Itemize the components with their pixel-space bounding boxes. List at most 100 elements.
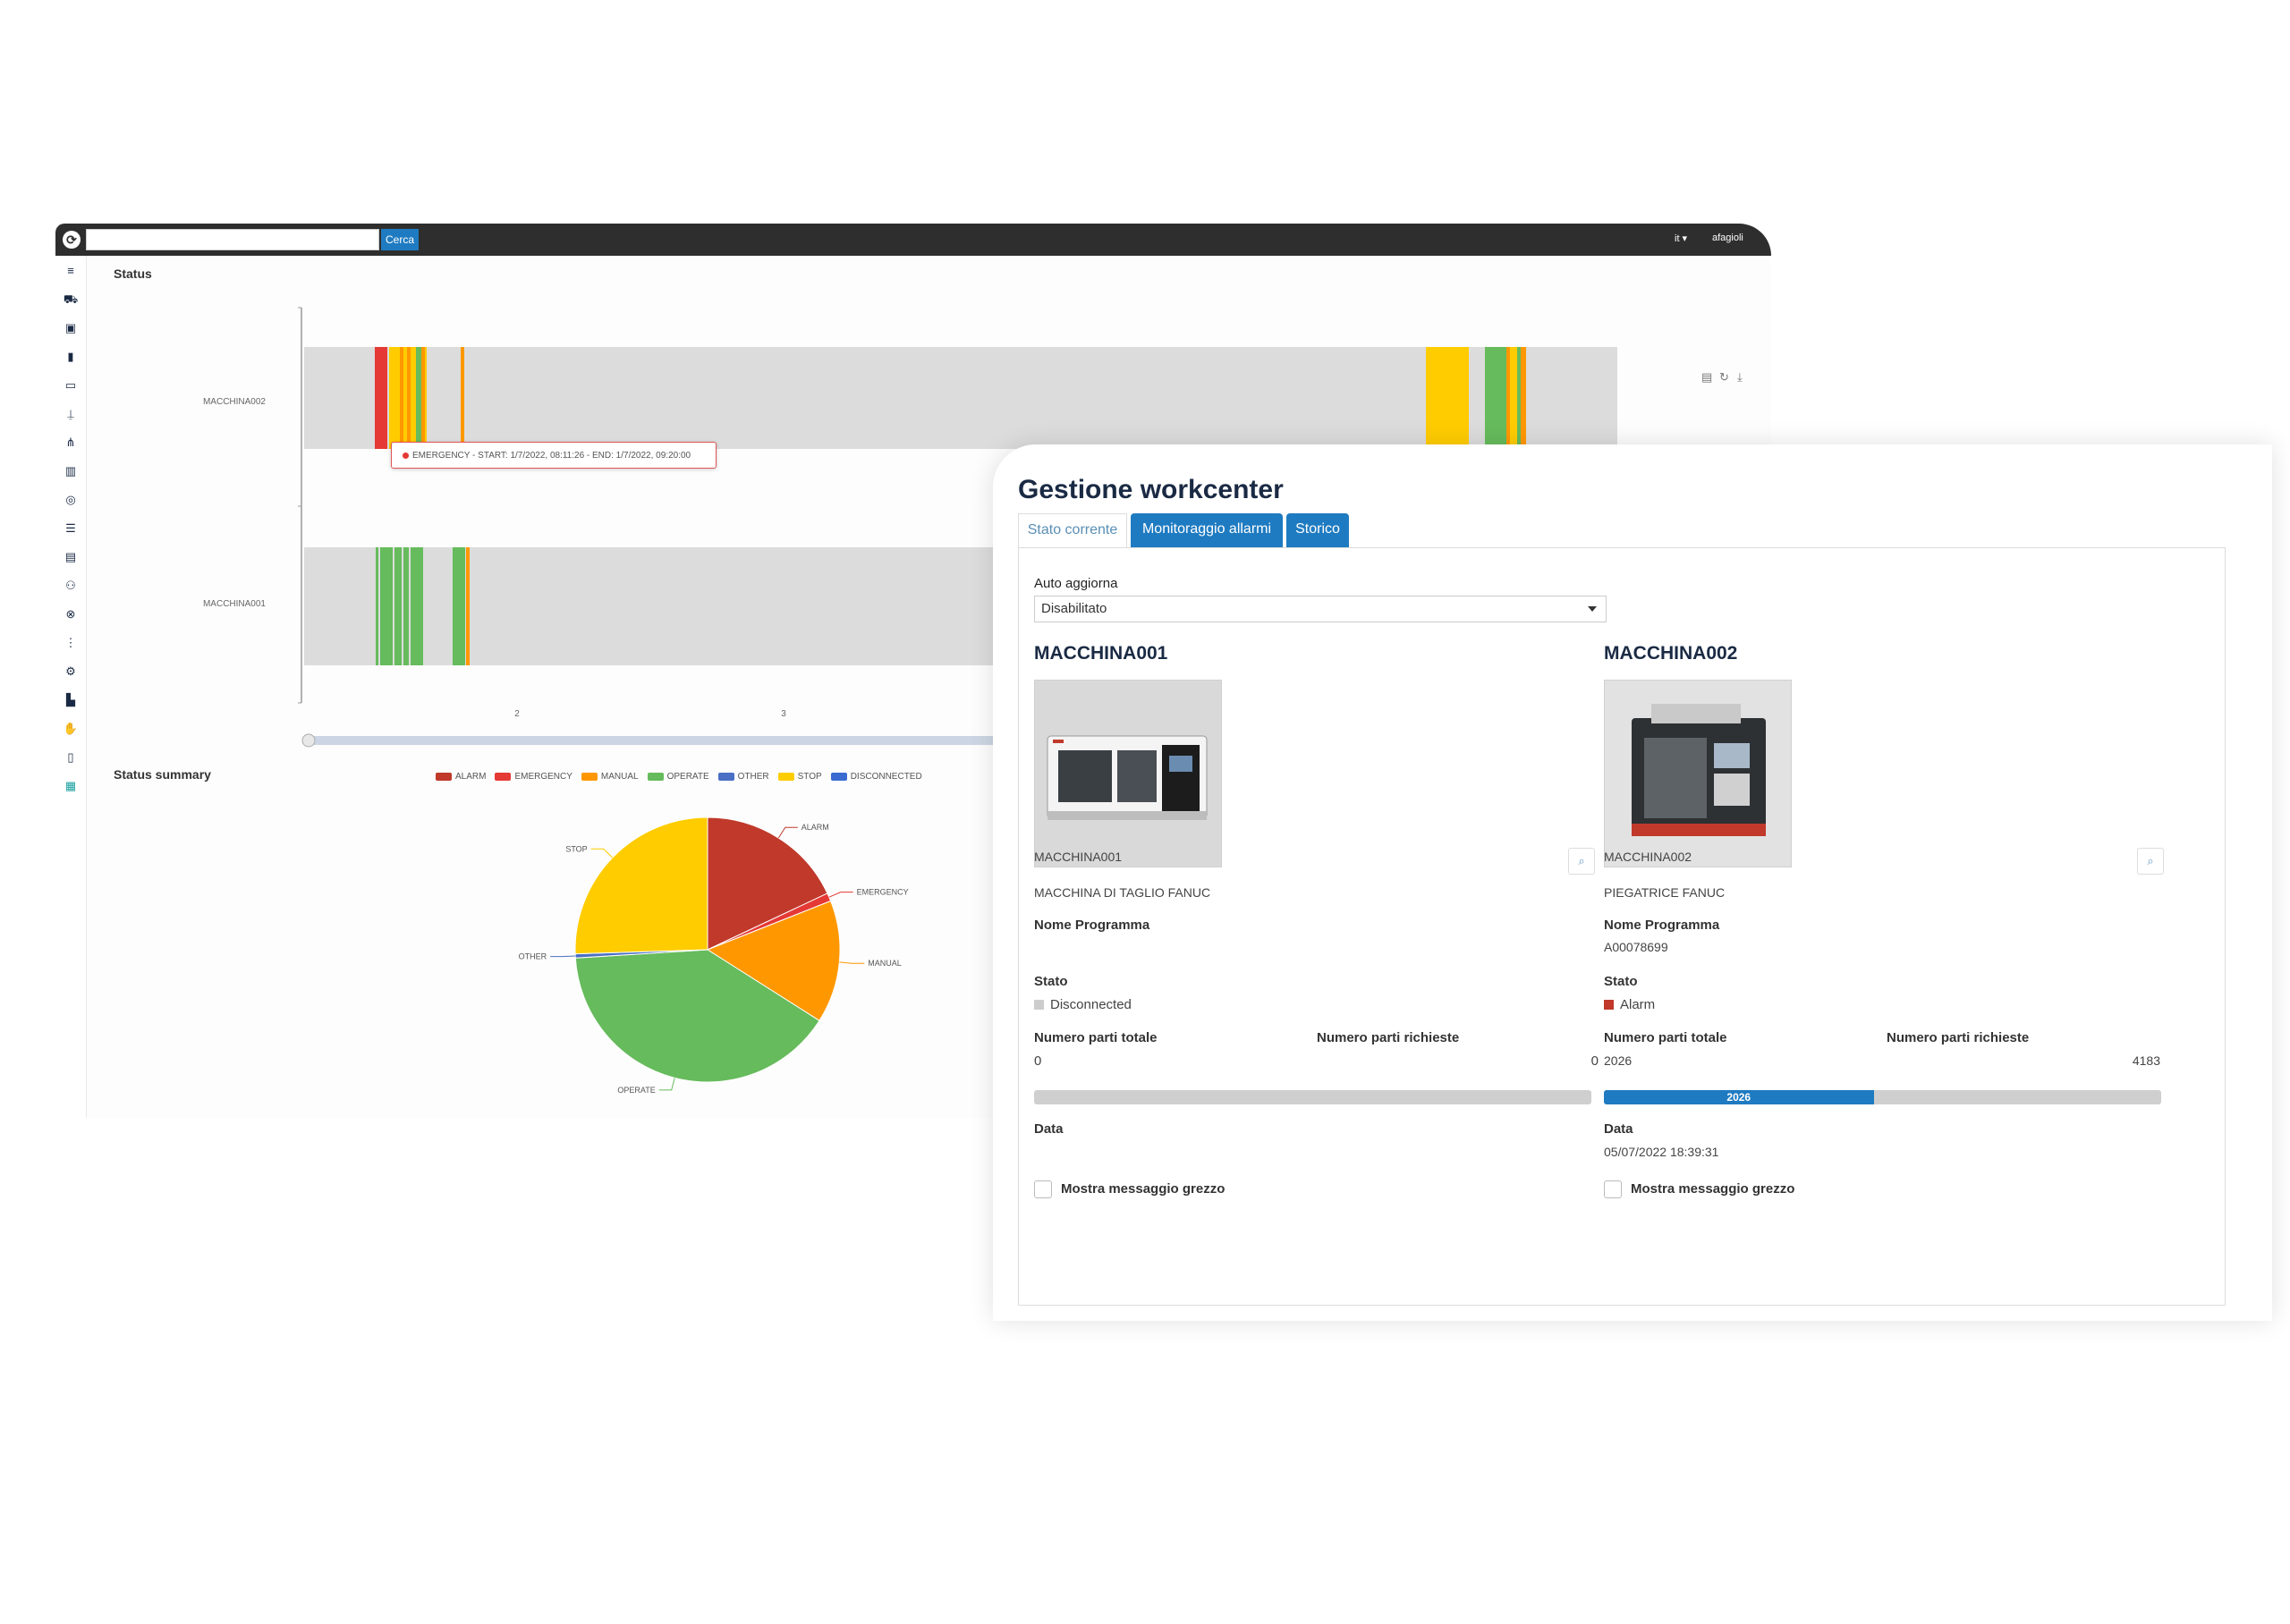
hierarchy-icon[interactable]: ⋔ <box>63 435 79 451</box>
timeline-row-label: MACCHINA001 <box>203 599 266 609</box>
raw-message-label[interactable]: Mostra messaggio grezzo <box>1061 1181 1225 1197</box>
calendar-icon[interactable]: ▤ <box>63 549 79 565</box>
gears-icon[interactable]: ⚙ <box>63 664 79 680</box>
legend-item[interactable]: MANUAL <box>581 772 639 782</box>
legend-swatch <box>647 772 664 781</box>
legend-swatch <box>830 772 847 781</box>
download-icon[interactable]: ⤓ <box>1737 370 1743 385</box>
legend-item[interactable]: EMERGENCY <box>495 772 572 782</box>
user-menu[interactable]: afagioli <box>1712 233 1743 243</box>
timeline-segment[interactable] <box>1521 347 1526 449</box>
auto-update-label: Auto aggiorna <box>1034 576 1118 591</box>
program-value: A00078699 <box>1604 940 1668 954</box>
legend-item[interactable]: OPERATE <box>647 772 709 782</box>
total-parts-label: Numero parti totale <box>1034 1030 1158 1045</box>
timeline-segment[interactable] <box>461 347 464 449</box>
headset-icon[interactable]: ◎ <box>63 492 79 508</box>
legend-item[interactable]: OTHER <box>717 772 769 782</box>
timeline-segment[interactable] <box>403 547 409 665</box>
pie-slice[interactable] <box>574 949 708 959</box>
box-icon[interactable]: ▣ <box>63 320 79 336</box>
timeline-segment[interactable] <box>1485 347 1506 449</box>
document-icon[interactable]: ▯ <box>63 749 79 765</box>
pie-slice[interactable] <box>706 900 841 1021</box>
export-doc-icon[interactable]: ▤ <box>1701 370 1712 385</box>
timeline-segment[interactable] <box>394 547 402 665</box>
zoom-image-button[interactable]: ⌕ <box>2137 848 2164 875</box>
timeline-segment[interactable] <box>376 547 378 665</box>
timeline-segment[interactable] <box>1426 347 1469 449</box>
cart-icon[interactable]: ⛟ <box>63 292 79 308</box>
machine-title: MACCHINA002 <box>1604 643 1738 664</box>
tooltip-text: EMERGENCY - START: 1/7/2022, 08:11:26 - … <box>412 451 691 461</box>
timeline-segment[interactable] <box>425 347 427 449</box>
tab-storico[interactable]: Storico <box>1286 513 1349 547</box>
folder-icon[interactable]: ▭ <box>63 377 79 393</box>
hand-icon[interactable]: ✋ <box>63 721 79 737</box>
raw-message-label[interactable]: Mostra messaggio grezzo <box>1631 1181 1794 1197</box>
timeline-segment[interactable] <box>421 347 425 449</box>
timeline-segment[interactable] <box>1510 347 1517 449</box>
list-icon[interactable]: ☰ <box>63 520 79 537</box>
total-parts-value: 2026 <box>1604 1053 1633 1068</box>
zoom-image-button[interactable]: ⌕ <box>1568 848 1595 875</box>
timeline-segment[interactable] <box>453 547 465 665</box>
app-logo-icon[interactable]: ⟳ <box>63 231 81 249</box>
legend-swatch <box>436 772 452 781</box>
legend-item[interactable]: ALARM <box>436 772 486 782</box>
machine-code: MACCHINA001 <box>1034 850 1123 864</box>
timeline-segment[interactable] <box>411 347 416 449</box>
timeline-segment[interactable] <box>1517 347 1521 449</box>
current-state-panel: Auto aggiorna Disabilitato MACCHINA001 ⌕… <box>1018 547 2226 1306</box>
timeline-segment[interactable] <box>1506 347 1510 449</box>
users-icon[interactable]: ⚇ <box>63 578 79 594</box>
robot-arm-icon[interactable]: ⍊ <box>63 406 79 422</box>
timeline-segment[interactable] <box>466 547 470 665</box>
tab-monitoraggio-allarmi[interactable]: Monitoraggio allarmi <box>1131 513 1283 547</box>
book-icon[interactable]: ▥ <box>63 463 79 479</box>
pie-leader-line <box>777 826 798 839</box>
legend-item[interactable]: STOP <box>777 772 822 782</box>
requested-parts-value: 0 <box>1590 1053 1599 1069</box>
legend-swatch <box>777 772 794 781</box>
sheet-icon[interactable]: ▦ <box>63 778 79 794</box>
parts-progress-bar: 2026 <box>1604 1090 2161 1104</box>
tool-icon[interactable]: ▮ <box>63 349 79 365</box>
timeline-segment[interactable] <box>411 547 423 665</box>
legend-label: OTHER <box>737 772 769 782</box>
timeline-segment[interactable] <box>407 347 411 449</box>
timeline-segment[interactable] <box>416 347 421 449</box>
raw-message-checkbox[interactable] <box>1034 1180 1052 1198</box>
pie-slice[interactable] <box>574 949 820 1083</box>
timeline-segment[interactable] <box>400 347 403 449</box>
search-button[interactable]: Cerca <box>381 229 419 250</box>
link-icon[interactable]: ⊗ <box>63 606 79 622</box>
search-input[interactable] <box>86 229 379 250</box>
chevron-down-icon <box>1588 606 1597 612</box>
pie-slice[interactable] <box>707 892 832 951</box>
timeline-segment[interactable] <box>375 347 387 449</box>
timeline-segment[interactable] <box>403 347 407 449</box>
legend-label: EMERGENCY <box>514 772 572 782</box>
machine-title: MACCHINA001 <box>1034 643 1168 664</box>
timeline-scroll-range[interactable] <box>303 736 1025 745</box>
timeline-tooltip: EMERGENCY - START: 1/7/2022, 08:11:26 - … <box>391 442 717 469</box>
menu-icon[interactable]: ≡ <box>63 263 79 279</box>
timeline-x-tick: 3 <box>781 709 786 719</box>
pie-label: MANUAL <box>868 959 902 968</box>
tab-stato-corrente[interactable]: Stato corrente <box>1018 513 1127 547</box>
legend-item[interactable]: DISCONNECTED <box>830 772 922 782</box>
refresh-icon[interactable]: ↻ <box>1719 370 1729 385</box>
raw-message-checkbox[interactable] <box>1604 1180 1622 1198</box>
timeline-segment[interactable] <box>389 347 400 449</box>
program-label: Nome Programma <box>1604 918 1720 933</box>
language-selector[interactable]: it ▾ <box>1675 233 1687 244</box>
pie-label: OPERATE <box>617 1086 655 1095</box>
filter-list-icon[interactable]: ⋮ <box>63 635 79 651</box>
timeline-segment[interactable] <box>380 547 393 665</box>
auto-update-select[interactable]: Disabilitato <box>1034 596 1607 622</box>
pie-slice[interactable] <box>707 816 828 951</box>
factory-icon[interactable]: ▙ <box>63 692 79 708</box>
pie-slice[interactable] <box>574 816 708 955</box>
timeline-scroll-handle[interactable] <box>301 733 316 748</box>
